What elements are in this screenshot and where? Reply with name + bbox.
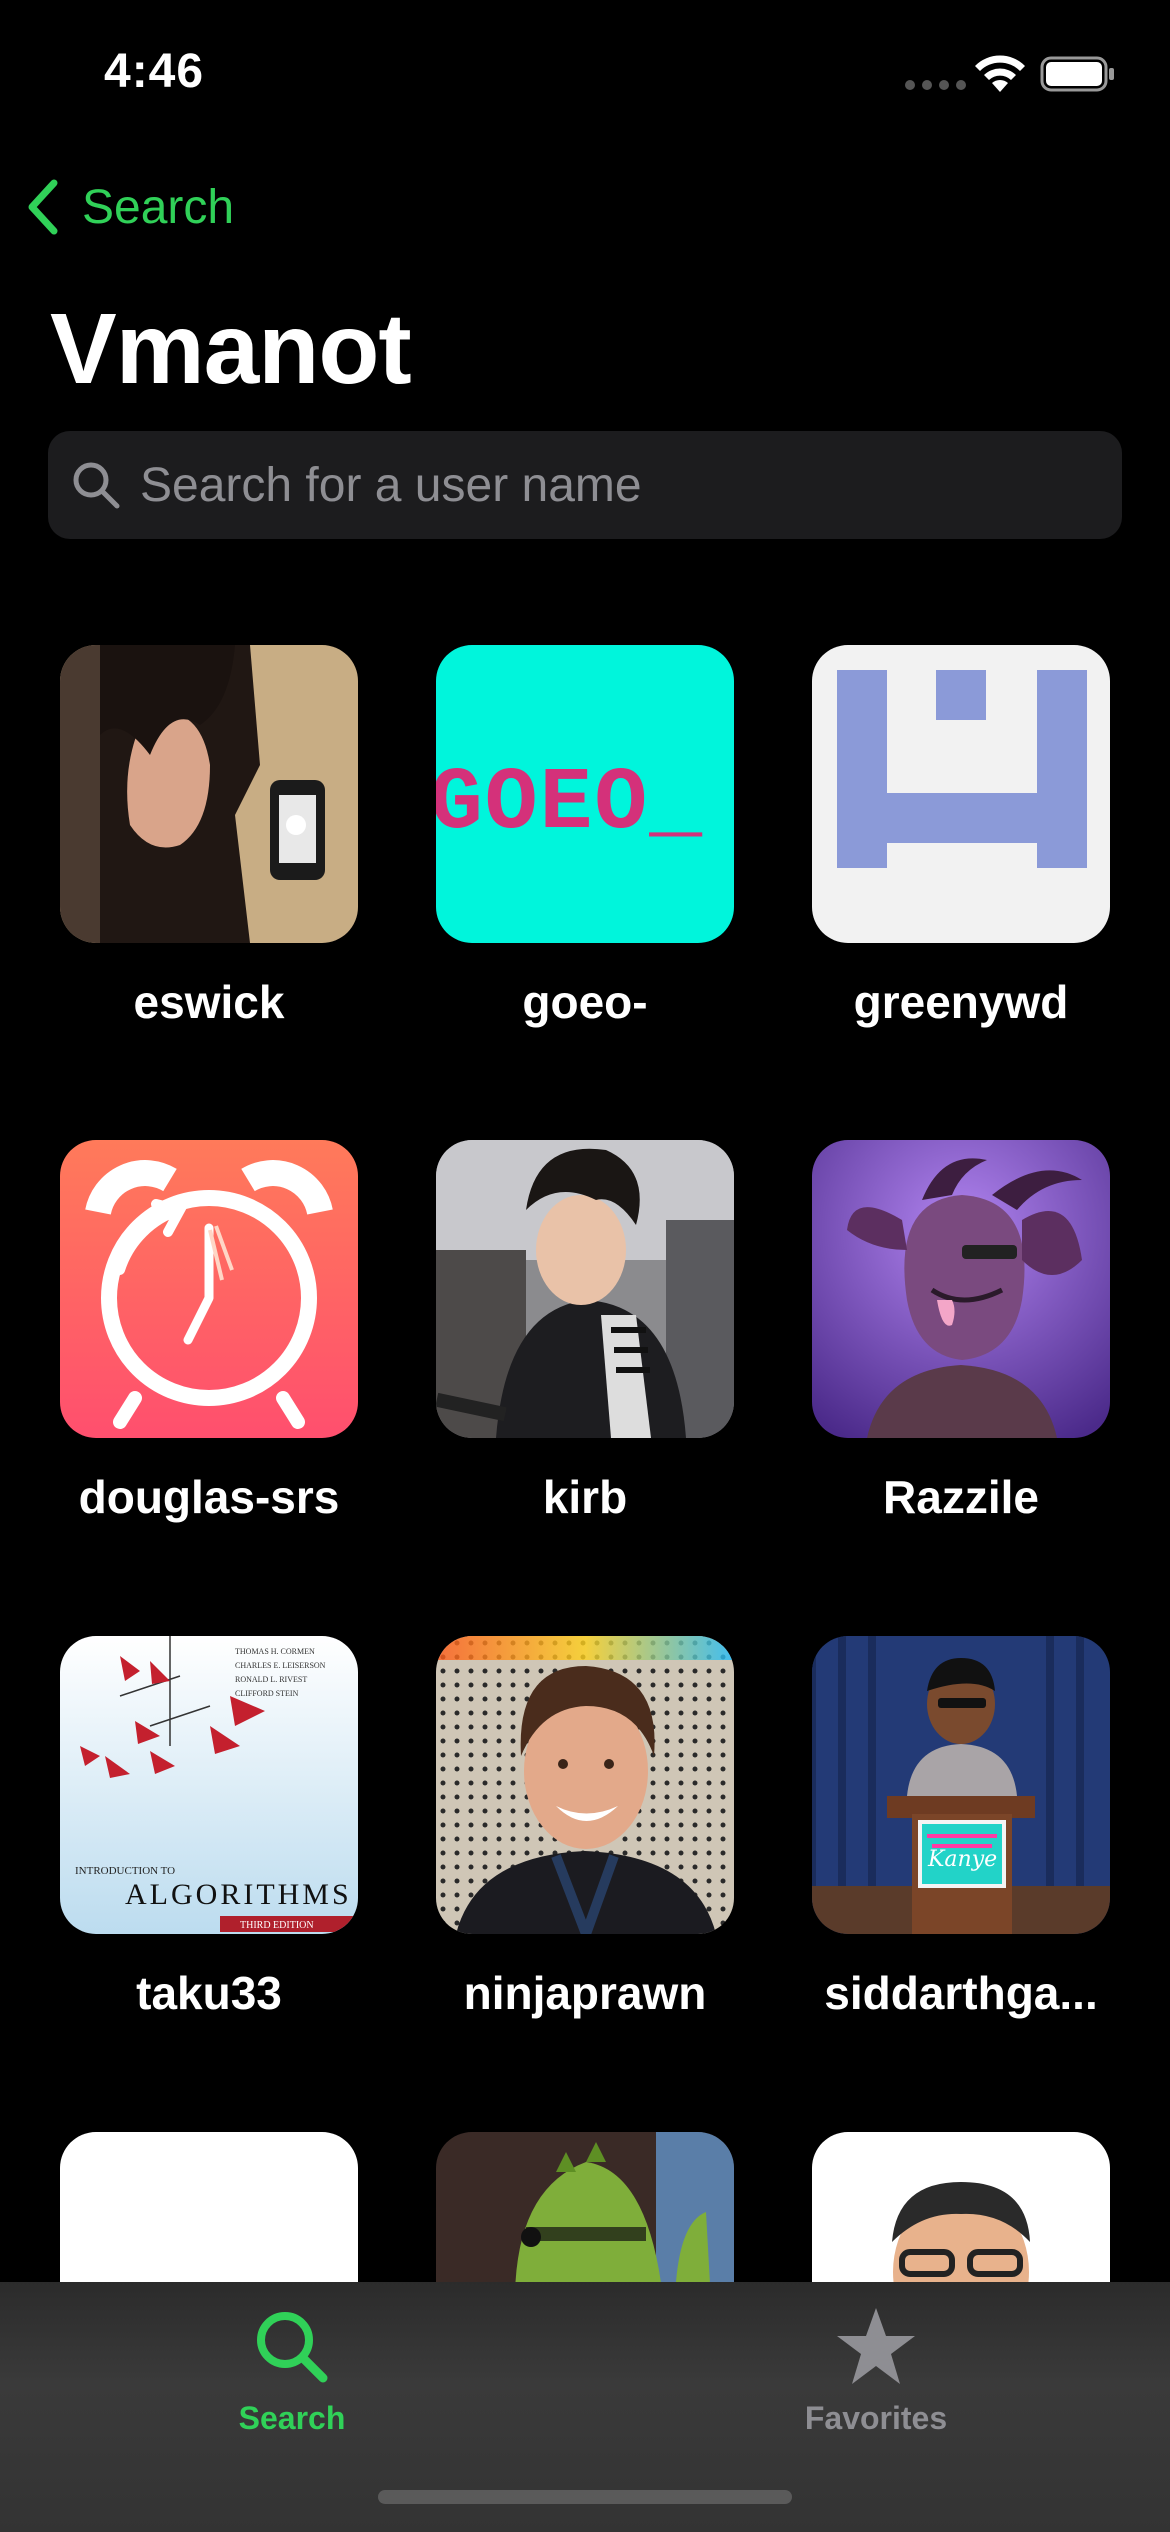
svg-text:ALGORITHMS: ALGORITHMS [125,1878,352,1911]
svg-text:GOEO_: GOEO_ [436,755,704,854]
user-tile-goeo[interactable]: GOEO_ goeo- [436,645,734,1028]
svg-text:CHARLES E. LEISERSON: CHARLES E. LEISERSON [235,1661,326,1670]
user-tile-partial-2[interactable] [436,2132,734,2282]
avatar-kirb [436,1140,734,1438]
svg-text:Kanye: Kanye [927,1847,997,1872]
user-tile-siddarthga[interactable]: Kanye siddarthga... [812,1636,1110,2019]
user-tile-partial-3[interactable] [812,2132,1110,2282]
user-tile-kirb[interactable]: kirb [436,1140,734,1523]
svg-text:CLIFFORD STEIN: CLIFFORD STEIN [235,1689,299,1698]
svg-text:INTRODUCTION TO: INTRODUCTION TO [75,1865,175,1877]
tab-favorites[interactable]: Favorites [726,2302,1026,2437]
avatar-partial-2 [436,2132,734,2282]
avatar-eswick [60,645,358,943]
tab-search-label: Search [238,2400,346,2436]
search-icon [257,2312,328,2383]
svg-text:THIRD EDITION: THIRD EDITION [240,1920,314,1931]
user-grid: eswick GOEO_ goeo- greenywd douglas-srs … [0,0,1170,2282]
tab-search[interactable]: Search [142,2302,442,2437]
username-label: greenywd [853,976,1069,1028]
username-label: douglas-srs [78,1471,340,1523]
user-tile-greenywd[interactable]: greenywd [812,645,1110,1028]
star-icon [837,2308,915,2384]
svg-text:THOMAS H. CORMEN: THOMAS H. CORMEN [235,1647,315,1656]
home-indicator [378,2490,792,2504]
username-label: eswick [133,976,285,1028]
avatar-siddarthga: Kanye [812,1636,1110,1934]
avatar-partial-1 [60,2132,358,2282]
avatar-greenywd [812,645,1110,943]
user-tile-douglas-srs[interactable]: douglas-srs [60,1140,358,1523]
username-label: Razzile [883,1471,1039,1523]
svg-text:RONALD L. RIVEST: RONALD L. RIVEST [235,1675,307,1684]
avatar-partial-3 [812,2132,1110,2282]
user-tile-eswick[interactable]: eswick [60,645,358,1028]
username-label: ninjaprawn [463,1967,707,2019]
user-tile-ninjaprawn[interactable]: ninjaprawn [436,1636,734,2019]
user-tile-razzile[interactable]: Razzile [812,1140,1110,1523]
avatar-douglas-srs [60,1140,358,1438]
tab-favorites-label: Favorites [804,2400,948,2436]
avatar-ninjaprawn [436,1636,734,1934]
tab-bar: Search Favorites [0,2282,1170,2532]
avatar-taku33: THOMAS H. CORMEN CHARLES E. LEISERSON RO… [60,1636,358,1934]
avatar-goeo: GOEO_ [436,645,734,943]
username-label: siddarthga... [824,1967,1098,2019]
username-label: goeo- [522,976,648,1028]
username-label: taku33 [136,1967,282,2019]
avatar-razzile [812,1140,1110,1438]
user-tile-taku33[interactable]: THOMAS H. CORMEN CHARLES E. LEISERSON RO… [60,1636,358,2019]
username-label: kirb [542,1471,628,1523]
user-tile-partial-1[interactable] [60,2132,358,2282]
